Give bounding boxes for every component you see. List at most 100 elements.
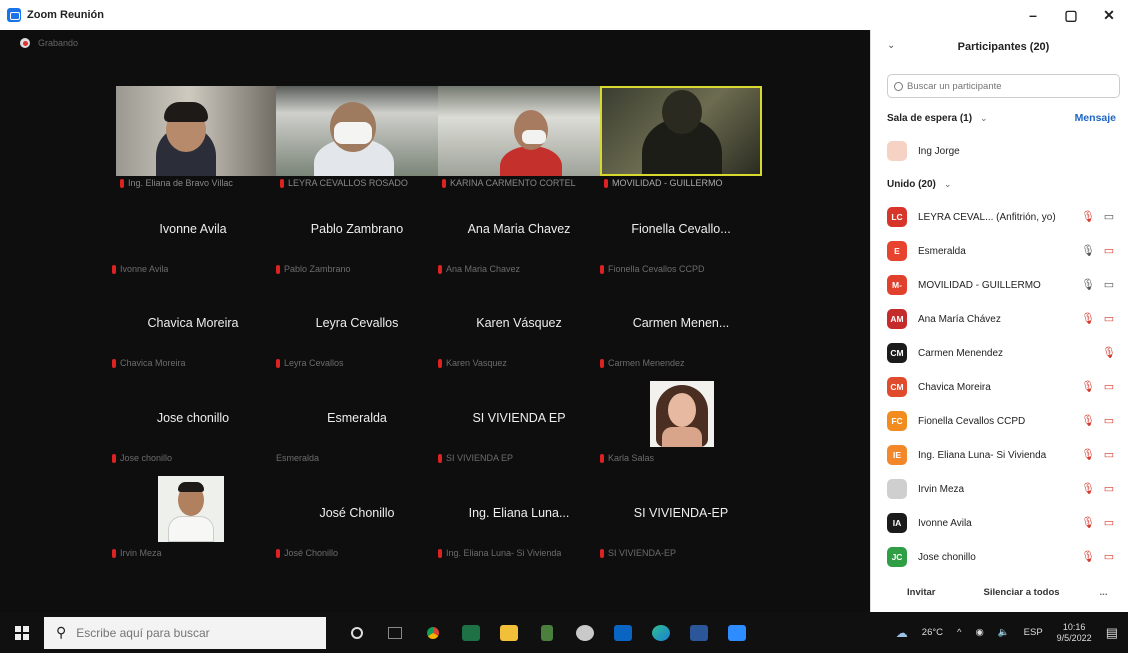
- video-off-icon[interactable]: ▭: [1102, 244, 1116, 258]
- muted-mic-icon: [438, 358, 442, 368]
- participant-tile[interactable]: SI VIVIENDA EP SI VIVIENDA EP: [438, 375, 600, 465]
- video-tile[interactable]: KARINA CARMENTO CORTEL: [438, 86, 600, 188]
- profile-photo: [158, 476, 224, 542]
- taskbar-search[interactable]: ⚲: [44, 616, 326, 649]
- video-off-icon[interactable]: ▭: [1102, 516, 1116, 530]
- muted-mic-icon[interactable]: 🎙: [1081, 210, 1095, 224]
- waiting-room-header[interactable]: Sala de espera (1) ⌄ Mensaje: [871, 102, 1128, 134]
- language-indicator[interactable]: ESP: [1024, 627, 1043, 638]
- calculator-icon[interactable]: [528, 612, 566, 653]
- zoom-icon[interactable]: [718, 612, 756, 653]
- video-icon[interactable]: ▭: [1102, 210, 1116, 224]
- taskbar-search-input[interactable]: [76, 625, 307, 640]
- muted-mic-icon[interactable]: 🎙: [1081, 482, 1095, 496]
- participant-tile[interactable]: Ana Maria Chavez Ana Maria Chavez: [438, 186, 600, 276]
- word-icon[interactable]: [680, 612, 718, 653]
- video-icon[interactable]: ▭: [1102, 278, 1116, 292]
- participant-tile[interactable]: José Chonillo José Chonillo: [276, 470, 438, 560]
- chrome-icon[interactable]: [414, 612, 452, 653]
- avatar: IE: [887, 445, 907, 465]
- recording-indicator[interactable]: Grabando: [20, 38, 78, 48]
- participant-tile[interactable]: Jose chonillo Jose chonillo: [112, 375, 274, 465]
- weather-icon[interactable]: ☁: [896, 626, 908, 640]
- joined-header[interactable]: Unido (20) ⌄: [871, 168, 1128, 200]
- video-tile[interactable]: LEYRA CEVALLOS ROSADO: [276, 86, 438, 188]
- participant-row[interactable]: AM Ana María Chávez 🎙 ▭: [871, 302, 1128, 336]
- participant-search-input[interactable]: [907, 80, 1107, 92]
- cortana-icon[interactable]: [338, 612, 376, 653]
- participant-tile-photo[interactable]: Irvin Meza: [112, 470, 274, 560]
- windows-logo-icon: [15, 625, 29, 640]
- participant-tile[interactable]: Karen Vásquez Karen Vasquez: [438, 280, 600, 370]
- video-off-icon[interactable]: ▭: [1102, 448, 1116, 462]
- participant-row[interactable]: CM Carmen Menendez 🎙: [871, 336, 1128, 370]
- participant-tile[interactable]: Esmeralda Esmeralda: [276, 375, 438, 465]
- participant-row[interactable]: E Esmeralda 🎙 ▭: [871, 234, 1128, 268]
- participant-tile[interactable]: Pablo Zambrano Pablo Zambrano: [276, 186, 438, 276]
- maximize-button[interactable]: ▢: [1052, 0, 1090, 30]
- participant-row[interactable]: M- MOVILIDAD - GUILLERMO 🎙 ▭: [871, 268, 1128, 302]
- chevron-up-icon[interactable]: ^: [957, 627, 961, 638]
- participant-tile[interactable]: Chavica Moreira Chavica Moreira: [112, 280, 274, 370]
- muted-mic-icon: [112, 453, 116, 463]
- paint-icon[interactable]: [566, 612, 604, 653]
- video-off-icon[interactable]: ▭: [1102, 312, 1116, 326]
- outlook-icon[interactable]: [604, 612, 642, 653]
- more-button[interactable]: ...: [1100, 587, 1108, 598]
- participant-list: LC LEYRA CEVAL... (Anfitrión, yo) 🎙 ▭ E Esmer…: [871, 200, 1128, 574]
- muted-mic-icon[interactable]: 🎙: [1081, 414, 1095, 428]
- panel-title: Participantes (20): [957, 41, 1050, 53]
- participant-row[interactable]: Irvin Meza 🎙 ▭: [871, 472, 1128, 506]
- muted-mic-icon[interactable]: 🎙: [1081, 550, 1095, 564]
- excel-icon[interactable]: [452, 612, 490, 653]
- invite-button[interactable]: Invitar: [907, 587, 936, 598]
- video-tile[interactable]: Ing. Eliana de Bravo Villac: [116, 86, 278, 188]
- muted-mic-icon[interactable]: 🎙: [1102, 346, 1116, 360]
- minimize-button[interactable]: –: [1014, 0, 1052, 30]
- participant-row[interactable]: IE Ing. Eliana Luna- Si Vivienda 🎙 ▭: [871, 438, 1128, 472]
- participant-row[interactable]: LC LEYRA CEVAL... (Anfitrión, yo) 🎙 ▭: [871, 200, 1128, 234]
- network-icon[interactable]: ◉: [976, 627, 984, 638]
- task-view-icon[interactable]: [376, 612, 414, 653]
- participant-tile[interactable]: Fionella Cevallo... Fionella Cevallos CC…: [600, 186, 762, 276]
- video-off-icon[interactable]: ▭: [1102, 482, 1116, 496]
- participant-search[interactable]: [887, 74, 1120, 98]
- muted-mic-icon[interactable]: 🎙: [1081, 380, 1095, 394]
- video-off-icon[interactable]: ▭: [1102, 550, 1116, 564]
- participant-tile-photo[interactable]: Karla Salas: [600, 375, 762, 465]
- participant-tile[interactable]: Leyra Cevallos Leyra Cevallos: [276, 280, 438, 370]
- video-off-icon[interactable]: ▭: [1102, 414, 1116, 428]
- clock[interactable]: 10:16 9/5/2022: [1057, 622, 1092, 644]
- chevron-down-icon[interactable]: ⌄: [887, 40, 895, 51]
- start-button[interactable]: [0, 612, 44, 653]
- mic-icon[interactable]: 🎙: [1081, 278, 1095, 292]
- avatar: JC: [887, 547, 907, 567]
- mute-all-button[interactable]: Silenciar a todos: [984, 587, 1060, 598]
- video-tile-active-speaker[interactable]: MOVILIDAD - GUILLERMO: [600, 86, 762, 188]
- participant-row[interactable]: FC Fionella Cevallos CCPD 🎙 ▭: [871, 404, 1128, 438]
- volume-icon[interactable]: 🔈: [998, 627, 1010, 638]
- participant-name: MOVILIDAD - GUILLERMO: [918, 279, 1041, 291]
- muted-mic-icon[interactable]: 🎙: [1081, 448, 1095, 462]
- participant-tile[interactable]: Carmen Menen... Carmen Menendez: [600, 280, 762, 370]
- participant-tile[interactable]: Ing. Eliana Luna... Ing. Eliana Luna- Si…: [438, 470, 600, 560]
- file-explorer-icon[interactable]: [490, 612, 528, 653]
- message-button[interactable]: Mensaje: [1075, 112, 1116, 124]
- participant-row[interactable]: JC Jose chonillo 🎙 ▭: [871, 540, 1128, 574]
- notifications-icon[interactable]: ▤: [1106, 625, 1118, 641]
- participant-row[interactable]: IA Ivonne Avila 🎙 ▭: [871, 506, 1128, 540]
- participant-row[interactable]: CM Chavica Moreira 🎙 ▭: [871, 370, 1128, 404]
- edge-icon[interactable]: [642, 612, 680, 653]
- tile-label: SI VIVIENDA-EP: [608, 548, 677, 558]
- weather-temp[interactable]: 26°C: [922, 627, 943, 638]
- mic-icon[interactable]: 🎙: [1081, 244, 1095, 258]
- avatar: LC: [887, 207, 907, 227]
- muted-mic-icon[interactable]: 🎙: [1081, 516, 1095, 530]
- waiting-participant[interactable]: Ing Jorge: [871, 134, 1128, 168]
- participant-tile[interactable]: Ivonne Avila Ivonne Avila: [112, 186, 274, 276]
- avatar: [887, 479, 907, 499]
- close-button[interactable]: ✕: [1090, 0, 1128, 30]
- muted-mic-icon[interactable]: 🎙: [1081, 312, 1095, 326]
- video-off-icon[interactable]: ▭: [1102, 380, 1116, 394]
- participant-tile[interactable]: SI VIVIENDA-EP SI VIVIENDA-EP: [600, 470, 762, 560]
